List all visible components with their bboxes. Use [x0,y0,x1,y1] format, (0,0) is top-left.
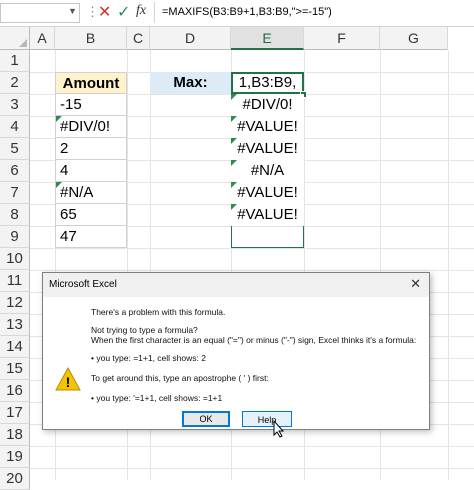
formula-bar-divider [154,2,155,23]
cell-value: #VALUE! [237,206,298,223]
column-header-f[interactable]: F [304,27,380,50]
result-cell-e4[interactable]: #VALUE! [231,116,304,138]
column-header-e[interactable]: E [231,27,304,50]
dialog-message-line: To get around this, type an apostrophe (… [91,373,269,383]
formula-bar: ▼ ⋮ ✕ ✓ fx =MAXIFS(B3:B9+1,B3:B9,">=-15"… [0,0,474,27]
row-header-3[interactable]: 3 [0,94,30,116]
result-cell-e5[interactable]: #VALUE! [231,138,304,160]
error-indicator-icon [56,116,62,122]
amount-cell-b8[interactable]: 65 [55,204,127,226]
gridline [30,468,474,469]
dialog-message-line: • you type: '=1+1, cell shows: =1+1 [91,393,223,403]
error-indicator-icon [231,138,237,144]
dialog-message-line: • you type: =1+1, cell shows: 2 [91,353,206,363]
amount-cell-b7[interactable]: #N/A [55,182,127,204]
row-header-15[interactable]: 15 [0,358,30,380]
dialog-message-line: Not trying to type a formula? [91,325,198,335]
amount-cell-b5[interactable]: 2 [55,138,127,160]
row-header-11[interactable]: 11 [0,270,30,292]
column-header-a[interactable]: A [30,27,55,50]
amount-cell-b4[interactable]: #DIV/0! [55,116,127,138]
column-header-d[interactable]: D [150,27,231,50]
row-header-12[interactable]: 12 [0,292,30,314]
row-header-1[interactable]: 1 [0,50,30,72]
row-header-14[interactable]: 14 [0,336,30,358]
chevron-down-icon[interactable]: ▼ [68,6,77,16]
max-label-cell[interactable]: Max: [150,72,231,94]
close-icon[interactable]: ✕ [410,276,421,292]
mouse-pointer-icon [273,420,285,438]
row-header-20[interactable]: 20 [0,468,30,490]
dialog-title: Microsoft Excel [49,279,117,290]
amount-cell-b6[interactable]: 4 [55,160,127,182]
enter-icon[interactable]: ✓ [117,2,130,22]
amount-header-cell[interactable]: Amount [55,72,127,94]
row-header-10[interactable]: 10 [0,248,30,270]
more-options-icon[interactable]: ⋮ [86,4,99,20]
cell-value: #N/A [250,162,285,179]
row-header-5[interactable]: 5 [0,138,30,160]
warning-mark: ! [66,374,71,390]
result-cell-e3[interactable]: #DIV/0! [231,94,304,116]
gridline [30,270,474,271]
error-indicator-icon [231,182,237,188]
row-header-7[interactable]: 7 [0,182,30,204]
cell-value: #DIV/0! [242,96,293,113]
ok-button[interactable]: OK [182,411,230,427]
row-header-17[interactable]: 17 [0,402,30,424]
error-indicator-icon [56,182,62,188]
result-cell-e8[interactable]: #VALUE! [231,204,304,226]
column-header-g[interactable]: G [380,27,448,50]
cell-value: #VALUE! [237,118,298,135]
error-indicator-icon [231,94,237,100]
dialog-message-line: When the first character is an equal ("=… [91,335,417,345]
result-cell-e7[interactable]: #VALUE! [231,182,304,204]
row-header-2[interactable]: 2 [0,72,30,94]
amount-cell-b3[interactable]: -15 [55,94,127,116]
row-header-9[interactable]: 9 [0,226,30,248]
error-indicator-icon [231,204,237,210]
cancel-icon[interactable]: ✕ [98,2,111,22]
cell-value: #N/A [60,184,94,201]
active-cell-e2[interactable]: 1,B3:B9, [231,72,304,94]
row-header-6[interactable]: 6 [0,160,30,182]
row-header-16[interactable]: 16 [0,380,30,402]
error-dialog: Microsoft Excel ✕ There's a problem with… [42,272,430,430]
gridline [30,446,474,447]
row-header-13[interactable]: 13 [0,314,30,336]
error-indicator-icon [231,160,237,166]
row-header-19[interactable]: 19 [0,446,30,468]
amount-cell-b9[interactable]: 47 [55,226,127,248]
cell-value: #VALUE! [237,140,298,157]
column-header-b[interactable]: B [55,27,127,50]
gridline [30,248,474,249]
error-indicator-icon [231,116,237,122]
cell-value: #DIV/0! [60,118,111,135]
row-header-18[interactable]: 18 [0,424,30,446]
gridline [448,50,449,480]
select-all-corner[interactable] [0,27,30,50]
row-header-8[interactable]: 8 [0,204,30,226]
warning-icon: ! [55,367,81,391]
column-header-c[interactable]: C [127,27,150,50]
result-cell-e6[interactable]: #N/A [231,160,304,182]
insert-function-button[interactable]: fx [136,3,146,19]
dialog-message-line: There's a problem with this formula. [91,307,226,317]
cell-value: #VALUE! [237,184,298,201]
formula-input[interactable]: =MAXIFS(B3:B9+1,B3:B9,">=-15") [162,6,332,18]
dialog-body: There's a problem with this formula. Not… [43,297,429,429]
row-header-4[interactable]: 4 [0,116,30,138]
